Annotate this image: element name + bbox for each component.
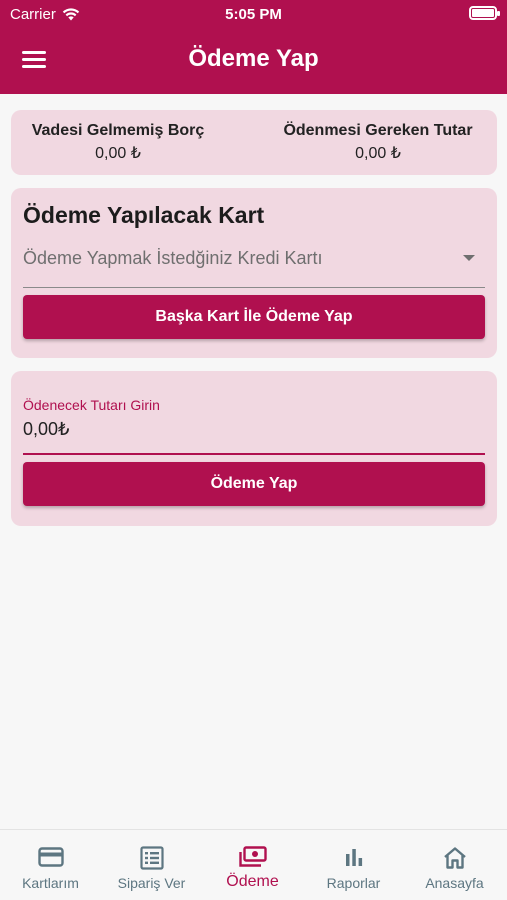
- credit-card-dropdown-placeholder: Ödeme Yapmak İstedğiniz Kredi Kartı: [23, 248, 323, 268]
- nav-item-reports[interactable]: Raporlar: [303, 830, 404, 900]
- amount-due-title: Ödenmesi Gereken Tutar: [283, 122, 473, 139]
- payment-amount-value[interactable]: 0,00₺: [23, 419, 70, 440]
- card-section-title: Ödeme Yapılacak Kart: [23, 202, 265, 228]
- page-title: Ödeme Yap: [188, 45, 319, 72]
- undue-debt-title: Vadesi Gelmemiş Borç: [31, 122, 205, 139]
- payment-amount-label: Ödenecek Tutarı Girin: [23, 397, 160, 413]
- credit-card-dropdown[interactable]: Ödeme Yapmak İstedğiniz Kredi Kartı: [23, 244, 485, 288]
- dropdown-arrow-icon: [463, 255, 475, 261]
- nav-item-home[interactable]: Anasayfa: [404, 830, 505, 900]
- debt-summary-card: Vadesi Gelmemiş Borç 0,00 ₺ Ödenmesi Ger…: [11, 110, 497, 175]
- home-icon: [443, 847, 466, 869]
- credit-card-icon: [37, 847, 64, 867]
- order-list-icon: [139, 846, 164, 870]
- pay-with-other-card-button[interactable]: Başka Kart İle Ödeme Yap: [23, 295, 485, 339]
- status-time: 5:05 PM: [225, 6, 282, 23]
- amount-due-value: 0,00 ₺: [355, 145, 401, 162]
- payment-amount-field[interactable]: Ödenecek Tutarı Girin 0,00₺: [23, 397, 485, 455]
- status-bar: Carrier 5:05 PM: [0, 0, 507, 28]
- bottom-navigation: Kartlarım Sipariş Ver Ödeme Raporlar Ana…: [0, 829, 507, 900]
- nav-item-payment[interactable]: Ödeme: [202, 830, 303, 900]
- app-header: Carrier 5:05 PM Ödeme Yap: [0, 0, 507, 94]
- make-payment-button[interactable]: Ödeme Yap: [23, 462, 485, 506]
- nav-item-cards[interactable]: Kartlarım: [0, 830, 101, 900]
- card-selection-section: Ödeme Yapılacak Kart Ödeme Yapmak İstedğ…: [11, 188, 497, 358]
- payment-icon: [238, 846, 267, 867]
- payment-amount-section: Ödenecek Tutarı Girin 0,00₺ Ödeme Yap: [11, 371, 497, 526]
- nav-label-reports: Raporlar: [326, 875, 381, 891]
- battery-icon: [469, 6, 500, 20]
- nav-label-payment: Ödeme: [226, 873, 279, 890]
- nav-label-place-order: Sipariş Ver: [117, 875, 186, 891]
- amount-due-summary: Ödenmesi Gereken Tutar 0,00 ₺: [271, 122, 485, 163]
- nav-label-cards: Kartlarım: [22, 875, 79, 891]
- nav-item-place-order[interactable]: Sipariş Ver: [101, 830, 202, 900]
- undue-debt-summary: Vadesi Gelmemiş Borç 0,00 ₺: [23, 122, 213, 163]
- undue-debt-value: 0,00 ₺: [95, 145, 141, 162]
- bar-chart-icon: [345, 849, 362, 866]
- nav-label-home: Anasayfa: [425, 875, 484, 891]
